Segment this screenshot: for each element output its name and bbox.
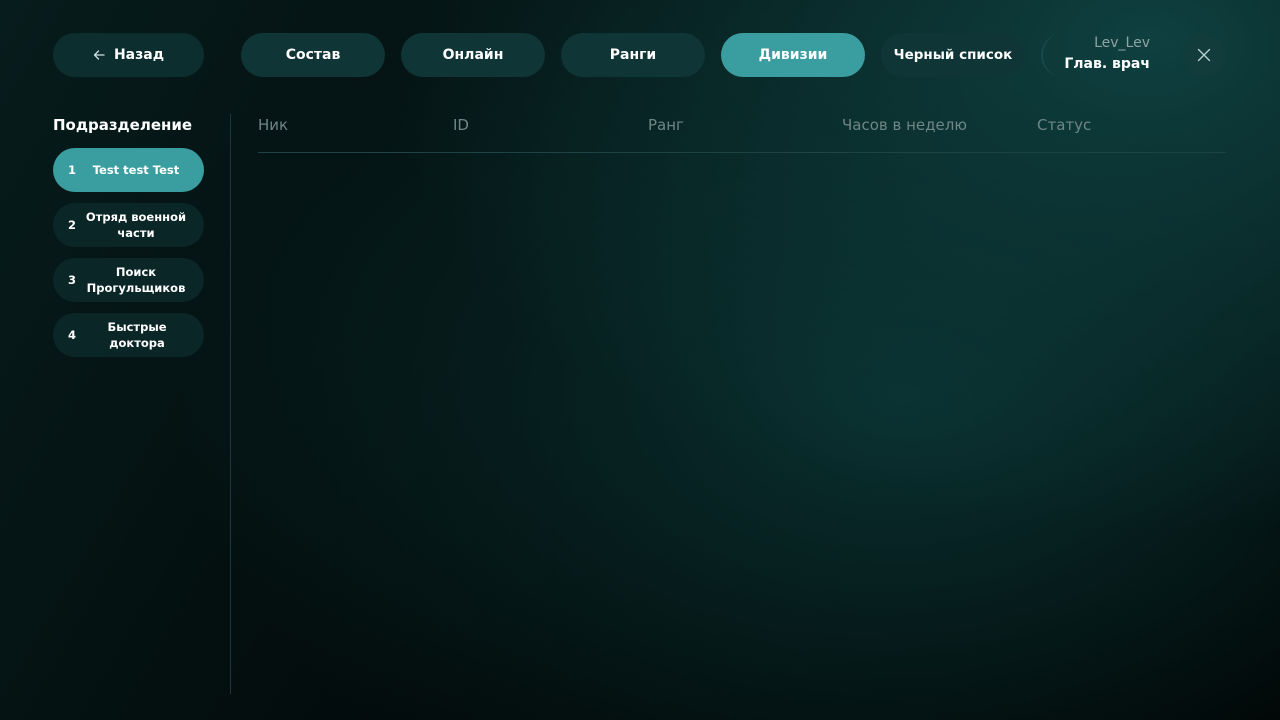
division-item-1[interactable]: 1 Test test Test	[53, 148, 204, 192]
division-number: 1	[68, 163, 77, 177]
column-header-status: Статус	[1037, 116, 1092, 134]
arrow-left-icon	[93, 50, 105, 60]
close-button[interactable]	[1182, 33, 1226, 77]
close-icon	[1197, 48, 1211, 62]
column-header-id: ID	[453, 116, 469, 134]
tab-label: Черный список	[893, 47, 1013, 63]
division-number: 4	[68, 328, 77, 342]
tab-ranks[interactable]: Ранги	[561, 33, 705, 77]
tab-label: Дивизии	[758, 47, 828, 63]
column-header-hours: Часов в неделю	[842, 116, 967, 134]
division-number: 3	[68, 273, 77, 287]
division-label: Отряд военной части	[85, 210, 187, 240]
sidebar-divider	[230, 114, 231, 694]
division-number: 2	[68, 218, 77, 232]
back-button[interactable]: Назад	[53, 33, 204, 77]
tab-label: Состав	[285, 47, 341, 63]
sidebar-title: Подразделение	[53, 116, 193, 134]
user-rank: Глав. врач	[1064, 56, 1150, 72]
tab-label: Ранги	[609, 47, 657, 63]
tab-divisions[interactable]: Дивизии	[721, 33, 865, 77]
column-header-rank: Ранг	[648, 116, 684, 134]
back-button-label: Назад	[113, 47, 165, 63]
tab-label: Онлайн	[442, 47, 504, 63]
division-item-2[interactable]: 2 Отряд военной части	[53, 203, 204, 247]
tab-sostav[interactable]: Состав	[241, 33, 385, 77]
user-info: Lev_Lev Глав. врач	[1041, 33, 1161, 77]
division-item-4[interactable]: 4 Быстрые доктора	[53, 313, 204, 357]
division-label: Быстрые доктора	[107, 320, 167, 350]
tab-online[interactable]: Онлайн	[401, 33, 545, 77]
user-name: Lev_Lev	[1094, 35, 1150, 51]
division-label: Поиск Прогульщиков	[86, 265, 186, 295]
division-item-3[interactable]: 3 Поиск Прогульщиков	[53, 258, 204, 302]
column-header-nick: Ник	[258, 116, 289, 134]
division-label: Test test Test	[92, 163, 180, 177]
table-header-divider	[258, 152, 1226, 153]
tab-blacklist[interactable]: Черный список	[881, 33, 1025, 77]
